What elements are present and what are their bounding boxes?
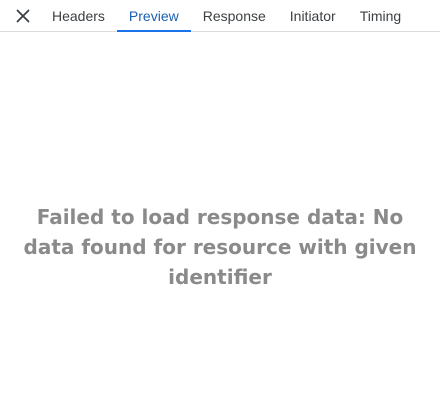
tab-timing[interactable]: Timing: [348, 0, 414, 31]
tab-headers[interactable]: Headers: [40, 0, 117, 31]
tab-initiator[interactable]: Initiator: [278, 0, 348, 31]
tab-response[interactable]: Response: [191, 0, 278, 31]
close-icon: [16, 9, 30, 22]
network-detail-panel: Headers Preview Response Initiator Timin…: [0, 0, 440, 412]
tab-bar: Headers Preview Response Initiator Timin…: [0, 0, 440, 32]
tab-preview[interactable]: Preview: [116, 0, 191, 32]
error-message: Failed to load response data: No data fo…: [23, 205, 417, 289]
close-button[interactable]: [6, 0, 40, 31]
